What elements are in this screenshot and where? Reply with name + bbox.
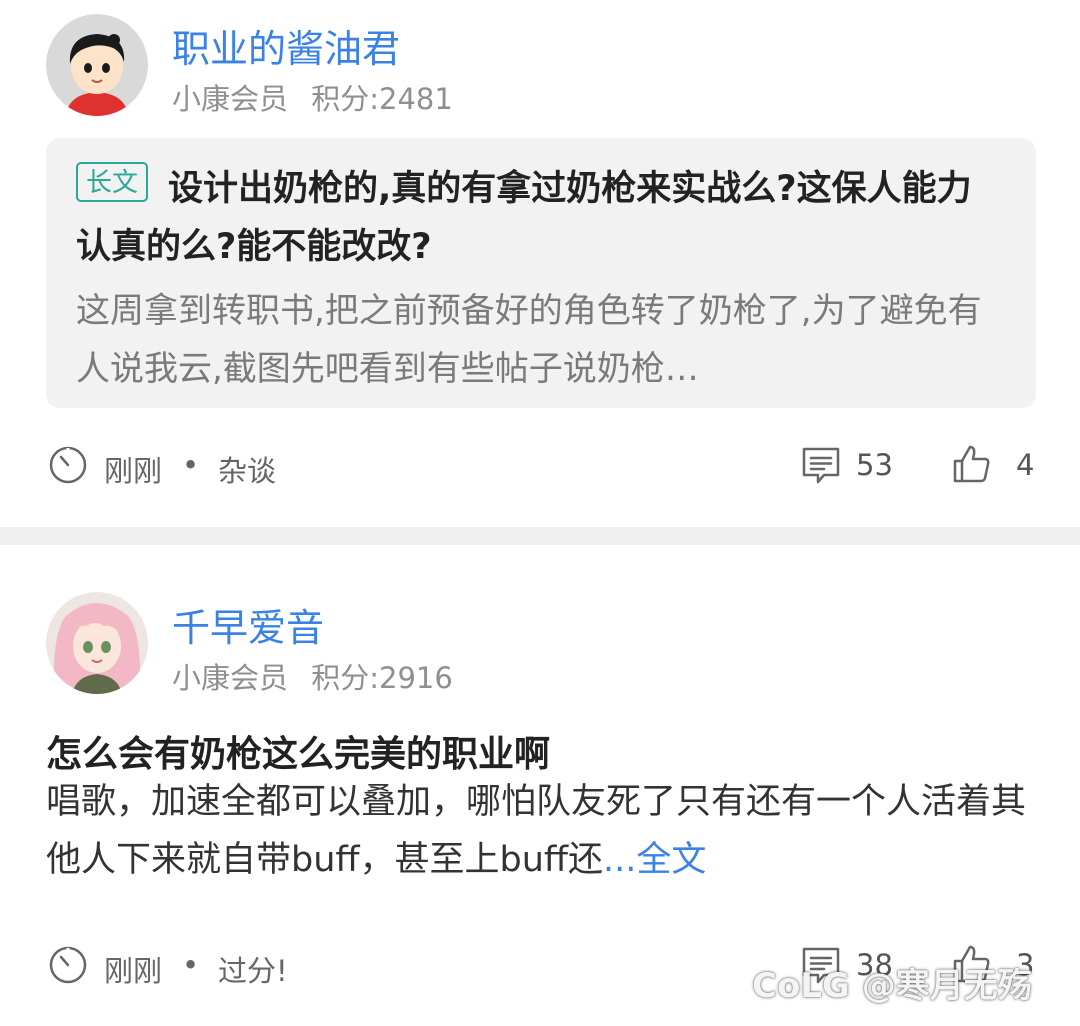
post-category[interactable]: 过分! (218, 948, 288, 990)
comment-icon[interactable] (800, 444, 842, 486)
separator-dot: • (182, 948, 200, 982)
thumbs-up-icon[interactable] (950, 443, 992, 485)
clock-icon (49, 446, 87, 484)
user-points: 积分:2916 (311, 661, 453, 695)
avatar[interactable] (46, 14, 148, 116)
username[interactable]: 职业的酱油君 (172, 18, 400, 73)
post-category[interactable]: 杂谈 (218, 448, 276, 490)
quote-excerpt: 这周拿到转职书,把之前预备好的角色转了奶枪了,为了避免有人说我云,截图先吧看到有… (76, 291, 982, 389)
post-time: 刚刚 (104, 454, 163, 488)
quote-title: 设计出奶枪的,真的有拿过奶枪来实战么?这保人能力认真的么?能不能改改? (76, 169, 972, 267)
comment-count[interactable]: 53 (856, 448, 893, 482)
post-body-text: 唱歌，加速全都可以叠加，哪怕队友死了只有还有一个人活着其他人下来就自带buff，… (46, 782, 1027, 880)
username[interactable]: 千早爱音 (172, 597, 324, 652)
post-time: 刚刚 (104, 954, 163, 988)
read-more-link[interactable]: ...全文 (603, 840, 706, 880)
quoted-long-post[interactable]: 设计出奶枪的,真的有拿过奶枪来实战么?这保人能力认真的么?能不能改改? 长文 这… (46, 138, 1036, 408)
post-card[interactable]: 职业的酱油君 小康会员 积分:2481 设计出奶枪的,真的有拿过奶枪来实战么?这… (0, 0, 1080, 527)
like-count[interactable]: 4 (1016, 448, 1034, 482)
user-meta: 小康会员 积分:2916 (172, 655, 453, 697)
member-level: 小康会员 (172, 82, 289, 116)
post-title[interactable]: 怎么会有奶枪这么完美的职业啊 (46, 725, 550, 777)
separator-dot: • (182, 448, 200, 482)
user-points: 积分:2481 (311, 82, 453, 116)
avatar[interactable] (46, 592, 148, 694)
post-footer: 刚刚 • 杂谈 53 4 (0, 440, 1080, 490)
post-divider (0, 527, 1080, 545)
member-level: 小康会员 (172, 661, 289, 695)
long-post-tag: 长文 (76, 162, 149, 202)
post-card[interactable]: 千早爱音 小康会员 积分:2916 怎么会有奶枪这么完美的职业啊 唱歌，加速全都… (0, 545, 1080, 1026)
post-body[interactable]: 唱歌，加速全都可以叠加，哪怕队友死了只有还有一个人活着其他人下来就自带buff，… (46, 773, 1036, 889)
clock-icon (49, 946, 87, 984)
user-meta: 小康会员 积分:2481 (172, 76, 453, 118)
watermark: CoLG @寒月无殇 (752, 966, 1032, 1006)
